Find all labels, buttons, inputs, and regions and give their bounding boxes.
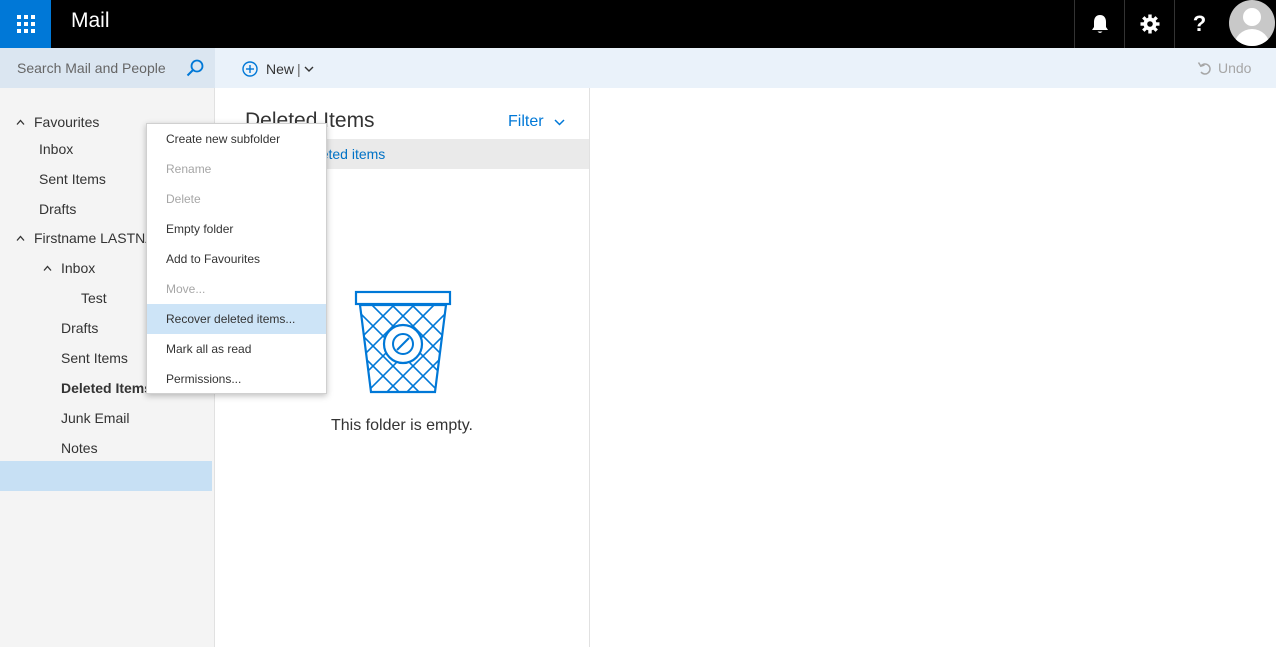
notifications-button[interactable] xyxy=(1074,0,1124,48)
gear-icon xyxy=(1140,14,1159,34)
favourites-item-inbox[interactable]: Inbox xyxy=(39,141,73,157)
folder-test[interactable]: Test xyxy=(81,290,107,306)
favourites-item-drafts[interactable]: Drafts xyxy=(39,201,76,217)
chevron-down-icon[interactable] xyxy=(304,66,314,72)
account-header[interactable]: Firstname LASTNA xyxy=(34,230,155,246)
chevron-up-icon[interactable] xyxy=(16,118,25,127)
help-icon: ? xyxy=(1192,11,1207,36)
filter-button[interactable]: Filter xyxy=(508,113,565,131)
menu-item-move[interactable]: Move... xyxy=(147,274,326,304)
new-button-label: New xyxy=(266,61,295,77)
filter-label: Filter xyxy=(508,113,544,130)
folder-inbox[interactable]: Inbox xyxy=(61,260,95,276)
menu-item-empty-folder[interactable]: Empty folder xyxy=(147,214,326,244)
empty-folder-message: This folder is empty. xyxy=(331,417,473,434)
chevron-up-icon[interactable] xyxy=(16,234,25,243)
folder-junk-email[interactable]: Junk Email xyxy=(61,410,129,426)
empty-trash-icon xyxy=(354,290,452,394)
undo-button[interactable]: Undo xyxy=(1197,60,1251,76)
new-separator: | xyxy=(297,61,301,77)
search-icon[interactable] xyxy=(185,58,205,78)
chevron-up-icon[interactable] xyxy=(43,264,52,273)
search-input[interactable]: Search Mail and People xyxy=(17,60,166,76)
undo-label: Undo xyxy=(1218,60,1252,76)
folder-notes[interactable]: Notes xyxy=(61,440,98,456)
settings-button[interactable] xyxy=(1124,0,1174,48)
search-box[interactable]: Search Mail and People xyxy=(0,48,215,88)
app-title: Mail xyxy=(71,9,110,32)
menu-item-delete[interactable]: Delete xyxy=(147,184,326,214)
favourites-item-sent-items[interactable]: Sent Items xyxy=(39,171,106,187)
bell-icon xyxy=(1091,15,1108,33)
user-avatar-icon[interactable] xyxy=(1226,0,1276,48)
menu-item-add-to-favourites[interactable]: Add to Favourites xyxy=(147,244,326,274)
menu-item-mark-all-read[interactable]: Mark all as read xyxy=(147,334,326,364)
folder-context-menu: Create new subfolder Rename Delete Empty… xyxy=(146,123,327,394)
undo-icon xyxy=(1197,61,1211,75)
favourites-header[interactable]: Favourites xyxy=(34,114,99,130)
folder-deleted-items[interactable]: Deleted Items xyxy=(61,380,152,396)
menu-item-rename[interactable]: Rename xyxy=(147,154,326,184)
menu-item-permissions[interactable]: Permissions... xyxy=(147,364,326,394)
folder-drafts[interactable]: Drafts xyxy=(61,320,98,336)
selected-folder-highlight xyxy=(0,461,212,491)
folder-sent-items[interactable]: Sent Items xyxy=(61,350,128,366)
help-button[interactable]: ? xyxy=(1174,0,1224,48)
chevron-down-icon xyxy=(554,118,565,126)
app-launcher-icon[interactable] xyxy=(0,0,51,48)
menu-item-create-subfolder[interactable]: Create new subfolder xyxy=(147,124,326,154)
plus-circle-icon xyxy=(242,61,258,77)
new-button[interactable]: New | xyxy=(242,58,314,80)
top-bar: Mail ? xyxy=(0,0,1276,48)
menu-item-recover-deleted-items[interactable]: Recover deleted items... xyxy=(147,304,326,334)
